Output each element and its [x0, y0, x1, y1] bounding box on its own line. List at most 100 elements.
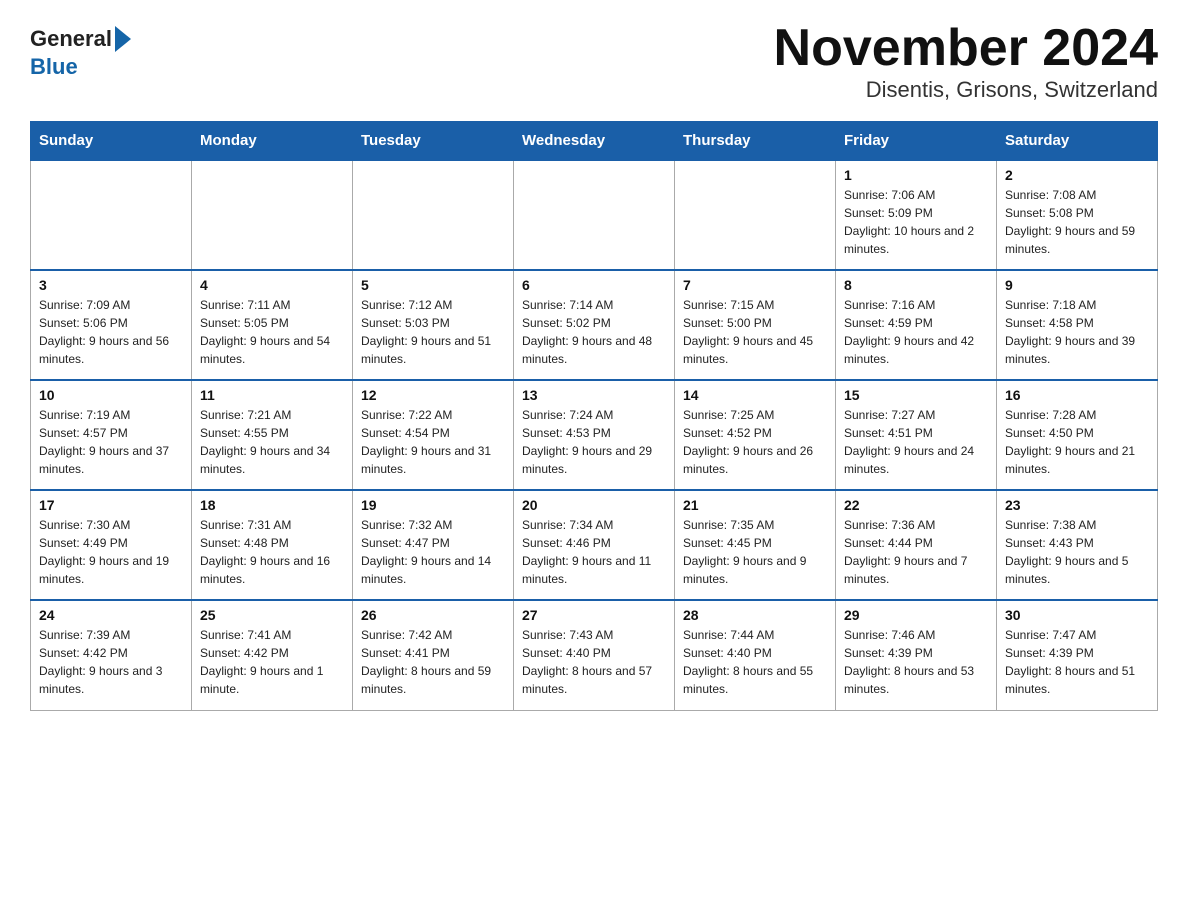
day-number: 28 — [683, 607, 827, 623]
day-info: Sunrise: 7:39 AM Sunset: 4:42 PM Dayligh… — [39, 626, 183, 698]
day-number: 25 — [200, 607, 344, 623]
calendar-cell — [31, 160, 192, 270]
day-info: Sunrise: 7:19 AM Sunset: 4:57 PM Dayligh… — [39, 406, 183, 478]
day-number: 27 — [522, 607, 666, 623]
calendar-cell: 27Sunrise: 7:43 AM Sunset: 4:40 PM Dayli… — [514, 600, 675, 710]
logo-general: General — [30, 28, 112, 50]
calendar-week-3: 10 Sunrise: 7:19 AM Sunset: 4:57 PM Dayli… — [31, 380, 1158, 490]
day-header-tuesday: Tuesday — [353, 122, 514, 161]
calendar-cell: 14 Sunrise: 7:25 AM Sunset: 4:52 PM Dayli… — [675, 380, 836, 490]
day-number: 4 — [200, 277, 344, 293]
day-info: Sunrise: 7:30 AM Sunset: 4:49 PM Dayligh… — [39, 516, 183, 588]
title-block: November 2024 Disentis, Grisons, Switzer… — [774, 20, 1158, 103]
day-header-friday: Friday — [836, 122, 997, 161]
day-number: 12 — [361, 387, 505, 403]
calendar-header-row: SundayMondayTuesdayWednesdayThursdayFrid… — [31, 122, 1158, 161]
day-number: 19 — [361, 497, 505, 513]
calendar-cell — [353, 160, 514, 270]
day-info: Sunrise: 7:31 AM Sunset: 4:48 PM Dayligh… — [200, 516, 344, 588]
day-info: Sunrise: 7:18 AM Sunset: 4:58 PM Dayligh… — [1005, 296, 1149, 368]
calendar-cell — [192, 160, 353, 270]
calendar-cell: 26 Sunrise: 7:42 AM Sunset: 4:41 PM Dayli… — [353, 600, 514, 710]
calendar-cell: 20 Sunrise: 7:34 AM Sunset: 4:46 PM Dayli… — [514, 490, 675, 600]
calendar-cell: 28 Sunrise: 7:44 AM Sunset: 4:40 PM Dayli… — [675, 600, 836, 710]
day-info: Sunrise: 7:15 AM Sunset: 5:00 PM Dayligh… — [683, 296, 827, 368]
location-subtitle: Disentis, Grisons, Switzerland — [774, 77, 1158, 103]
day-number: 14 — [683, 387, 827, 403]
day-header-wednesday: Wednesday — [514, 122, 675, 161]
calendar-table: SundayMondayTuesdayWednesdayThursdayFrid… — [30, 121, 1158, 711]
calendar-cell — [514, 160, 675, 270]
day-info: Sunrise: 7:14 AM Sunset: 5:02 PM Dayligh… — [522, 296, 666, 368]
day-header-thursday: Thursday — [675, 122, 836, 161]
calendar-cell: 11Sunrise: 7:21 AM Sunset: 4:55 PM Dayli… — [192, 380, 353, 490]
calendar-cell: 30 Sunrise: 7:47 AM Sunset: 4:39 PM Dayli… — [997, 600, 1158, 710]
day-info: Sunrise: 7:27 AM Sunset: 4:51 PM Dayligh… — [844, 406, 988, 478]
day-number: 5 — [361, 277, 505, 293]
day-info: Sunrise: 7:09 AM Sunset: 5:06 PM Dayligh… — [39, 296, 183, 368]
day-info: Sunrise: 7:16 AM Sunset: 4:59 PM Dayligh… — [844, 296, 988, 368]
day-number: 23 — [1005, 497, 1149, 513]
calendar-cell: 16Sunrise: 7:28 AM Sunset: 4:50 PM Dayli… — [997, 380, 1158, 490]
calendar-cell: 25 Sunrise: 7:41 AM Sunset: 4:42 PM Dayli… — [192, 600, 353, 710]
day-number: 29 — [844, 607, 988, 623]
day-number: 18 — [200, 497, 344, 513]
calendar-cell: 17Sunrise: 7:30 AM Sunset: 4:49 PM Dayli… — [31, 490, 192, 600]
day-info: Sunrise: 7:47 AM Sunset: 4:39 PM Dayligh… — [1005, 626, 1149, 698]
day-info: Sunrise: 7:46 AM Sunset: 4:39 PM Dayligh… — [844, 626, 988, 698]
day-number: 9 — [1005, 277, 1149, 293]
day-info: Sunrise: 7:34 AM Sunset: 4:46 PM Dayligh… — [522, 516, 666, 588]
calendar-cell: 21 Sunrise: 7:35 AM Sunset: 4:45 PM Dayli… — [675, 490, 836, 600]
calendar-cell: 7 Sunrise: 7:15 AM Sunset: 5:00 PM Daylig… — [675, 270, 836, 380]
calendar-cell: 19Sunrise: 7:32 AM Sunset: 4:47 PM Dayli… — [353, 490, 514, 600]
day-number: 2 — [1005, 167, 1149, 183]
day-number: 3 — [39, 277, 183, 293]
day-info: Sunrise: 7:11 AM Sunset: 5:05 PM Dayligh… — [200, 296, 344, 368]
calendar-cell: 24 Sunrise: 7:39 AM Sunset: 4:42 PM Dayli… — [31, 600, 192, 710]
day-info: Sunrise: 7:06 AM Sunset: 5:09 PM Dayligh… — [844, 186, 988, 258]
day-info: Sunrise: 7:21 AM Sunset: 4:55 PM Dayligh… — [200, 406, 344, 478]
calendar-week-2: 3 Sunrise: 7:09 AM Sunset: 5:06 PM Daylig… — [31, 270, 1158, 380]
day-number: 30 — [1005, 607, 1149, 623]
day-number: 10 — [39, 387, 183, 403]
calendar-cell: 23 Sunrise: 7:38 AM Sunset: 4:43 PM Dayli… — [997, 490, 1158, 600]
day-number: 13 — [522, 387, 666, 403]
day-info: Sunrise: 7:08 AM Sunset: 5:08 PM Dayligh… — [1005, 186, 1149, 258]
day-header-sunday: Sunday — [31, 122, 192, 161]
logo-blue: Blue — [30, 54, 78, 80]
month-title: November 2024 — [774, 20, 1158, 77]
calendar-cell: 18 Sunrise: 7:31 AM Sunset: 4:48 PM Dayli… — [192, 490, 353, 600]
calendar-cell: 8Sunrise: 7:16 AM Sunset: 4:59 PM Daylig… — [836, 270, 997, 380]
day-info: Sunrise: 7:36 AM Sunset: 4:44 PM Dayligh… — [844, 516, 988, 588]
day-info: Sunrise: 7:22 AM Sunset: 4:54 PM Dayligh… — [361, 406, 505, 478]
calendar-cell: 1 Sunrise: 7:06 AM Sunset: 5:09 PM Daylig… — [836, 160, 997, 270]
logo-triangle — [115, 26, 131, 52]
calendar-week-5: 24 Sunrise: 7:39 AM Sunset: 4:42 PM Dayli… — [31, 600, 1158, 710]
day-info: Sunrise: 7:41 AM Sunset: 4:42 PM Dayligh… — [200, 626, 344, 698]
day-info: Sunrise: 7:24 AM Sunset: 4:53 PM Dayligh… — [522, 406, 666, 478]
day-number: 26 — [361, 607, 505, 623]
day-number: 22 — [844, 497, 988, 513]
day-number: 21 — [683, 497, 827, 513]
day-info: Sunrise: 7:44 AM Sunset: 4:40 PM Dayligh… — [683, 626, 827, 698]
calendar-cell — [675, 160, 836, 270]
day-number: 24 — [39, 607, 183, 623]
day-header-monday: Monday — [192, 122, 353, 161]
day-info: Sunrise: 7:35 AM Sunset: 4:45 PM Dayligh… — [683, 516, 827, 588]
calendar-week-4: 17Sunrise: 7:30 AM Sunset: 4:49 PM Dayli… — [31, 490, 1158, 600]
logo: General Blue — [30, 26, 133, 80]
day-number: 7 — [683, 277, 827, 293]
day-info: Sunrise: 7:38 AM Sunset: 4:43 PM Dayligh… — [1005, 516, 1149, 588]
calendar-cell: 9 Sunrise: 7:18 AM Sunset: 4:58 PM Daylig… — [997, 270, 1158, 380]
page-header: General Blue November 2024 Disentis, Gri… — [30, 20, 1158, 103]
day-number: 6 — [522, 277, 666, 293]
day-info: Sunrise: 7:28 AM Sunset: 4:50 PM Dayligh… — [1005, 406, 1149, 478]
calendar-cell: 10 Sunrise: 7:19 AM Sunset: 4:57 PM Dayli… — [31, 380, 192, 490]
day-info: Sunrise: 7:25 AM Sunset: 4:52 PM Dayligh… — [683, 406, 827, 478]
day-header-saturday: Saturday — [997, 122, 1158, 161]
calendar-cell: 22 Sunrise: 7:36 AM Sunset: 4:44 PM Dayli… — [836, 490, 997, 600]
day-info: Sunrise: 7:42 AM Sunset: 4:41 PM Dayligh… — [361, 626, 505, 698]
day-number: 1 — [844, 167, 988, 183]
day-number: 20 — [522, 497, 666, 513]
day-number: 15 — [844, 387, 988, 403]
